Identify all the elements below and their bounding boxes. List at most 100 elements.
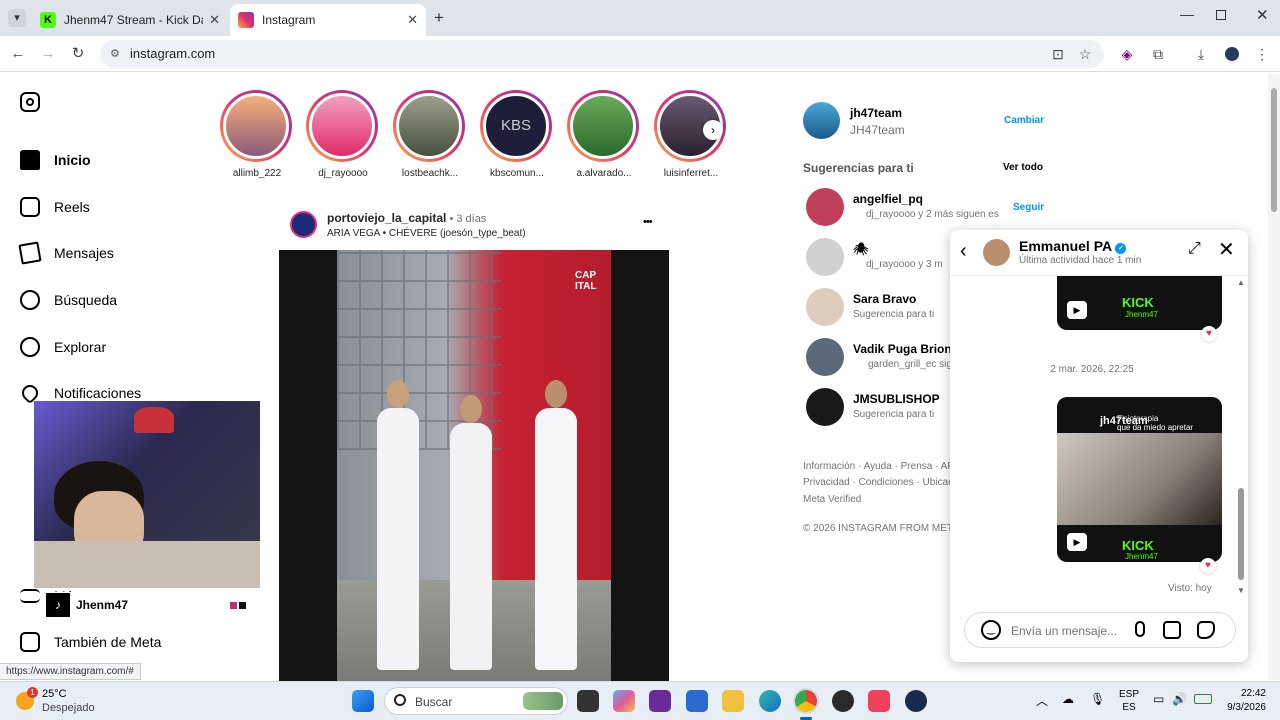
close-window-icon[interactable]: ✕ <box>1256 6 1269 24</box>
post-author-avatar[interactable] <box>290 211 317 238</box>
profile-avatar-icon[interactable] <box>1222 44 1242 64</box>
message-input[interactable]: Envía un mensaje... <box>1011 624 1131 638</box>
nav-explorar[interactable]: Explorar <box>20 335 106 359</box>
footer-links-2[interactable]: Privacidad · Condiciones · Ubicaci <box>803 477 955 488</box>
edge-icon[interactable] <box>759 690 781 712</box>
nav-busqueda[interactable]: Búsqueda <box>20 288 117 312</box>
stories-next-chevron-icon[interactable]: › <box>703 120 723 140</box>
new-tab-icon[interactable]: + <box>434 8 444 28</box>
story-name: luisinferret... <box>663 168 719 179</box>
bookmark-star-icon[interactable]: ☆ <box>1075 44 1095 64</box>
weather-widget[interactable]: 1 25°C Despejado <box>16 686 126 718</box>
footer-links-1[interactable]: Información · Ayuda · Prensa · API <box>803 461 957 472</box>
see-all-link[interactable]: Ver todo <box>1003 162 1043 173</box>
chrome-icon[interactable] <box>795 690 817 712</box>
expand-icon[interactable]: ⤢ <box>1188 240 1201 258</box>
page-scrollbar-thumb[interactable] <box>1271 88 1277 212</box>
reload-icon[interactable]: ↻ <box>68 44 88 64</box>
suggestion-avatar <box>806 288 844 326</box>
clock[interactable]: 22:42 9/3/2026 <box>1218 687 1266 715</box>
post-more-options-icon[interactable]: ••• <box>643 216 653 228</box>
own-profile-avatar[interactable] <box>803 102 840 139</box>
address-bar[interactable]: ⚙ instagram.com <box>100 40 1104 68</box>
site-info-icon[interactable]: ⚙ <box>110 40 120 68</box>
back-arrow-icon[interactable]: ← <box>8 44 28 64</box>
switch-account-link[interactable]: Cambiar <box>1004 115 1044 126</box>
tray-battery-icon[interactable] <box>1194 694 1212 704</box>
taskbar-search[interactable]: Buscar <box>384 687 568 715</box>
footer-links-3[interactable]: Meta Verified <box>803 494 861 505</box>
story-item[interactable]: dj_rayoooo <box>306 90 380 179</box>
minimize-icon[interactable]: — <box>1180 6 1194 22</box>
chat-scrollbar-down-icon[interactable]: ▼ <box>1237 586 1245 595</box>
app-icon-purple[interactable] <box>649 690 671 712</box>
tab-kick-dashboard[interactable]: K Jhenm47 Stream - Kick Dashbo ✕ <box>32 4 228 36</box>
image-icon[interactable] <box>1163 621 1181 639</box>
own-username[interactable]: jh47team <box>850 106 902 120</box>
obs-icon[interactable] <box>832 690 854 712</box>
close-tab-icon[interactable]: ✕ <box>209 12 220 28</box>
own-fullname: JH47team <box>850 123 905 137</box>
windows-start-icon[interactable] <box>352 690 374 712</box>
store-icon[interactable] <box>686 690 708 712</box>
download-icon[interactable]: ⤓ <box>1191 44 1211 64</box>
nav-inicio[interactable]: Inicio <box>20 148 91 172</box>
language-indicator[interactable]: ESP ES <box>1119 688 1139 714</box>
play-icon[interactable]: ▶ <box>1067 301 1087 319</box>
reaction-heart-icon[interactable]: ♥ <box>1200 558 1216 574</box>
forward-arrow-icon[interactable]: → <box>38 44 58 64</box>
maximize-icon[interactable] <box>1216 10 1226 20</box>
browser-tab-bar: ▾ K Jhenm47 Stream - Kick Dashbo ✕ Insta… <box>0 0 1280 36</box>
post-username[interactable]: portoviejo_la_capital <box>327 211 446 225</box>
tray-volume-icon[interactable]: 🔊 <box>1172 692 1187 706</box>
nav-tambien-de-meta[interactable]: También de Meta <box>20 630 161 654</box>
chat-scrollbar-thumb[interactable] <box>1238 488 1244 580</box>
file-explorer-icon[interactable] <box>722 690 744 712</box>
tray-chevron-icon[interactable]: ︿ <box>1036 692 1048 709</box>
instagram-favicon-icon <box>238 12 254 28</box>
close-tab-icon[interactable]: ✕ <box>407 12 418 28</box>
copilot-icon[interactable] <box>613 690 635 712</box>
instagram-logo-icon[interactable] <box>20 92 40 112</box>
tab-list-chevron-icon[interactable]: ▾ <box>8 9 26 27</box>
send-icon <box>18 241 42 265</box>
story-item[interactable]: lostbeachk... <box>393 90 467 179</box>
chat-back-chevron-icon[interactable]: ‹ <box>960 240 967 263</box>
post-video[interactable]: CAPITAL <box>279 250 669 681</box>
ublock-icon[interactable]: ◈ <box>1117 44 1137 64</box>
install-app-icon[interactable]: ⊡ <box>1048 44 1068 64</box>
tray-mic-icon[interactable]: 🎙 <box>1090 692 1105 706</box>
tray-display-icon[interactable]: ▭ <box>1153 692 1164 706</box>
chat-close-icon[interactable]: ✕ <box>1218 237 1235 262</box>
steam-icon[interactable] <box>905 690 927 712</box>
microphone-icon[interactable] <box>1135 621 1145 637</box>
suggestions-title: Sugerencias para ti <box>803 161 914 175</box>
suggestion-avatar <box>806 188 844 226</box>
chat-avatar[interactable] <box>983 239 1010 266</box>
sticker-icon[interactable] <box>1197 621 1215 639</box>
story-item[interactable]: KBS kbscomun... <box>480 90 554 179</box>
task-view-icon[interactable] <box>577 690 599 712</box>
follow-button[interactable]: Seguir <box>1013 202 1044 213</box>
video-message[interactable]: Fisioterapia que da miedo apretar jh47te… <box>1057 397 1222 562</box>
story-name: dj_rayoooo <box>318 168 368 179</box>
reaction-heart-icon[interactable]: ♥ <box>1201 326 1217 342</box>
story-item[interactable]: allimb_222 <box>220 90 294 179</box>
music-icon[interactable] <box>868 690 890 712</box>
nav-mensajes[interactable]: Mensajes <box>18 241 114 265</box>
extensions-icon[interactable]: ⧉ <box>1148 44 1168 64</box>
page-scrollbar[interactable] <box>1268 74 1280 680</box>
post-audio[interactable]: ARIA VEGA • CHÉVERE (joesón_type_beat) <box>327 228 526 239</box>
story-item[interactable]: a.alvarado... <box>567 90 641 179</box>
stream-name-bar: ♪ Jhenm47 <box>46 592 246 618</box>
chat-contact-name[interactable]: Emmanuel PA ✓ <box>1019 238 1127 254</box>
emoji-icon[interactable]: ‿ <box>981 620 1001 640</box>
chat-scrollbar-up-icon[interactable]: ▲ <box>1237 278 1245 287</box>
tab-instagram[interactable]: Instagram ✕ <box>230 4 426 36</box>
story-name: kbscomun... <box>490 168 544 179</box>
play-icon[interactable]: ▶ <box>1067 533 1087 551</box>
browser-menu-icon[interactable]: ⋮ <box>1252 44 1272 64</box>
video-message[interactable]: ▶ KICK Jhenm47 <box>1057 276 1222 330</box>
tray-network-icon[interactable]: ☁ <box>1062 692 1074 706</box>
nav-reels[interactable]: Reels <box>20 195 90 219</box>
